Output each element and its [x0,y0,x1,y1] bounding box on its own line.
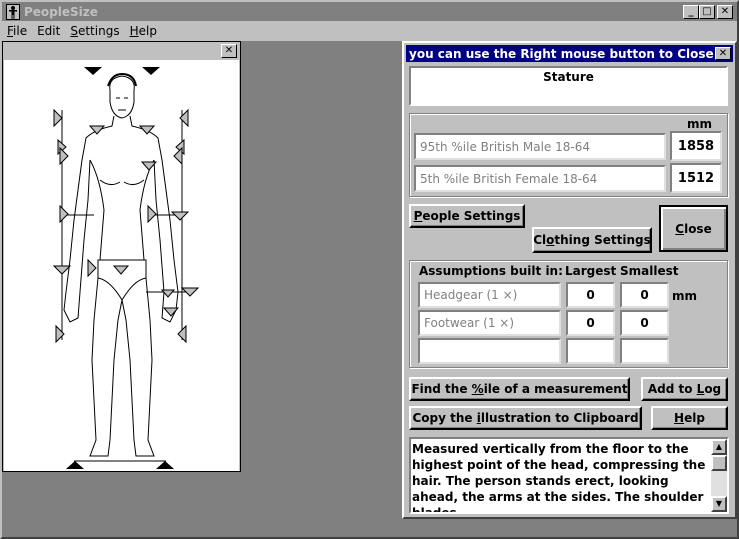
clothing-settings-button[interactable]: Clothing Settings [532,227,652,253]
menu-help[interactable]: Help [125,24,162,38]
app-title: PeopleSize [24,4,98,19]
description-scrollbar[interactable]: ▲ ▼ [711,439,727,512]
footwear-label: Footwear (1 ×) [424,316,515,330]
close-window-button[interactable]: ✕ [717,4,733,19]
smallest-header: Smallest [620,264,679,278]
population-1-value: 1858 [670,131,722,161]
mm-header: mm [687,117,713,131]
people-settings-button[interactable]: People Settings [409,204,525,228]
population-2-value: 1512 [670,163,722,193]
copy-illustration-label: Copy the illustration to Clipboard [412,411,639,425]
custom-largest[interactable] [566,338,615,364]
scroll-thumb[interactable] [711,455,727,471]
find-percentile-button[interactable]: Find the %ile of a measurement [409,377,630,401]
headgear-smallest-value: 0 [640,288,649,302]
help-label: Help [674,411,705,425]
scroll-up-button[interactable]: ▲ [711,439,727,455]
dialog-close-x-button[interactable]: ✕ [715,47,731,60]
menu-edit[interactable]: Edit [32,24,65,38]
close-icon: ✕ [720,5,730,17]
close-icon: ✕ [224,45,234,56]
main-title-bar[interactable]: PeopleSize _ □ ✕ [2,2,737,21]
close-icon: ✕ [718,48,728,59]
footwear-smallest-value: 0 [640,316,649,330]
footwear-largest[interactable]: 0 [566,310,615,336]
assumptions-unit: mm [672,289,698,303]
custom-smallest[interactable] [620,338,669,364]
custom-assumption-field[interactable] [418,338,561,364]
footwear-largest-value: 0 [586,316,595,330]
find-percentile-label: Find the %ile of a measurement [411,382,628,396]
measurement-name: Stature [543,70,594,84]
maximize-icon: □ [702,5,712,17]
footwear-smallest[interactable]: 0 [620,310,669,336]
population-2-value-text: 1512 [677,170,715,186]
body-figure [52,67,200,469]
people-settings-label: People Settings [413,209,521,223]
headgear-largest-value: 0 [586,288,595,302]
maximize-button[interactable]: □ [699,4,715,19]
help-button[interactable]: Help [651,406,728,430]
clothing-settings-label: Clothing Settings [533,233,651,247]
headgear-field[interactable]: Headgear (1 ×) [418,282,561,308]
menu-bar: File Edit Settings Help [2,21,737,41]
illustration-title-bar[interactable] [3,42,240,60]
headgear-smallest[interactable]: 0 [620,282,669,308]
footwear-field[interactable]: Footwear (1 ×) [418,310,561,336]
copy-illustration-button[interactable]: Copy the illustration to Clipboard [409,406,642,430]
headgear-largest[interactable]: 0 [566,282,615,308]
measurement-name-box: Stature [409,66,728,106]
menu-file[interactable]: File [2,24,32,38]
add-to-log-label: Add to Log [647,382,722,396]
minimize-icon: _ [688,5,694,17]
scroll-down-button[interactable]: ▼ [711,496,727,512]
dialog-title: you can use the Right mouse button to Cl… [409,46,714,61]
person-icon [6,3,20,20]
scroll-down-icon: ▼ [715,499,723,508]
population-2-label: 5th %ile British Female 18-64 [420,171,598,186]
dialog-title-bar[interactable]: you can use the Right mouse button to Cl… [406,45,733,62]
population-1-value-text: 1858 [677,138,715,154]
add-to-log-button[interactable]: Add to Log [641,377,728,401]
illustration-window: ✕ [2,41,241,472]
minimize-button[interactable]: _ [683,4,699,19]
population-2-field[interactable]: 5th %ile British Female 18-64 [414,165,666,192]
illustration-canvas [4,60,239,471]
largest-header: Largest [565,264,617,278]
description-text: Measured vertically from the floor to th… [412,442,706,514]
illustration-close-button[interactable]: ✕ [221,44,237,58]
close-label: Close [675,221,712,236]
population-1-field[interactable]: 95th %ile British Male 18-64 [414,133,666,160]
assumptions-heading: Assumptions built in: [419,264,563,278]
menu-settings[interactable]: Settings [65,24,124,38]
headgear-label: Headgear (1 ×) [424,288,518,302]
population-1-label: 95th %ile British Male 18-64 [420,139,590,154]
close-button[interactable]: Close [659,205,728,252]
scroll-up-icon: ▲ [715,442,723,451]
description-box[interactable]: Measured vertically from the floor to th… [409,437,729,514]
